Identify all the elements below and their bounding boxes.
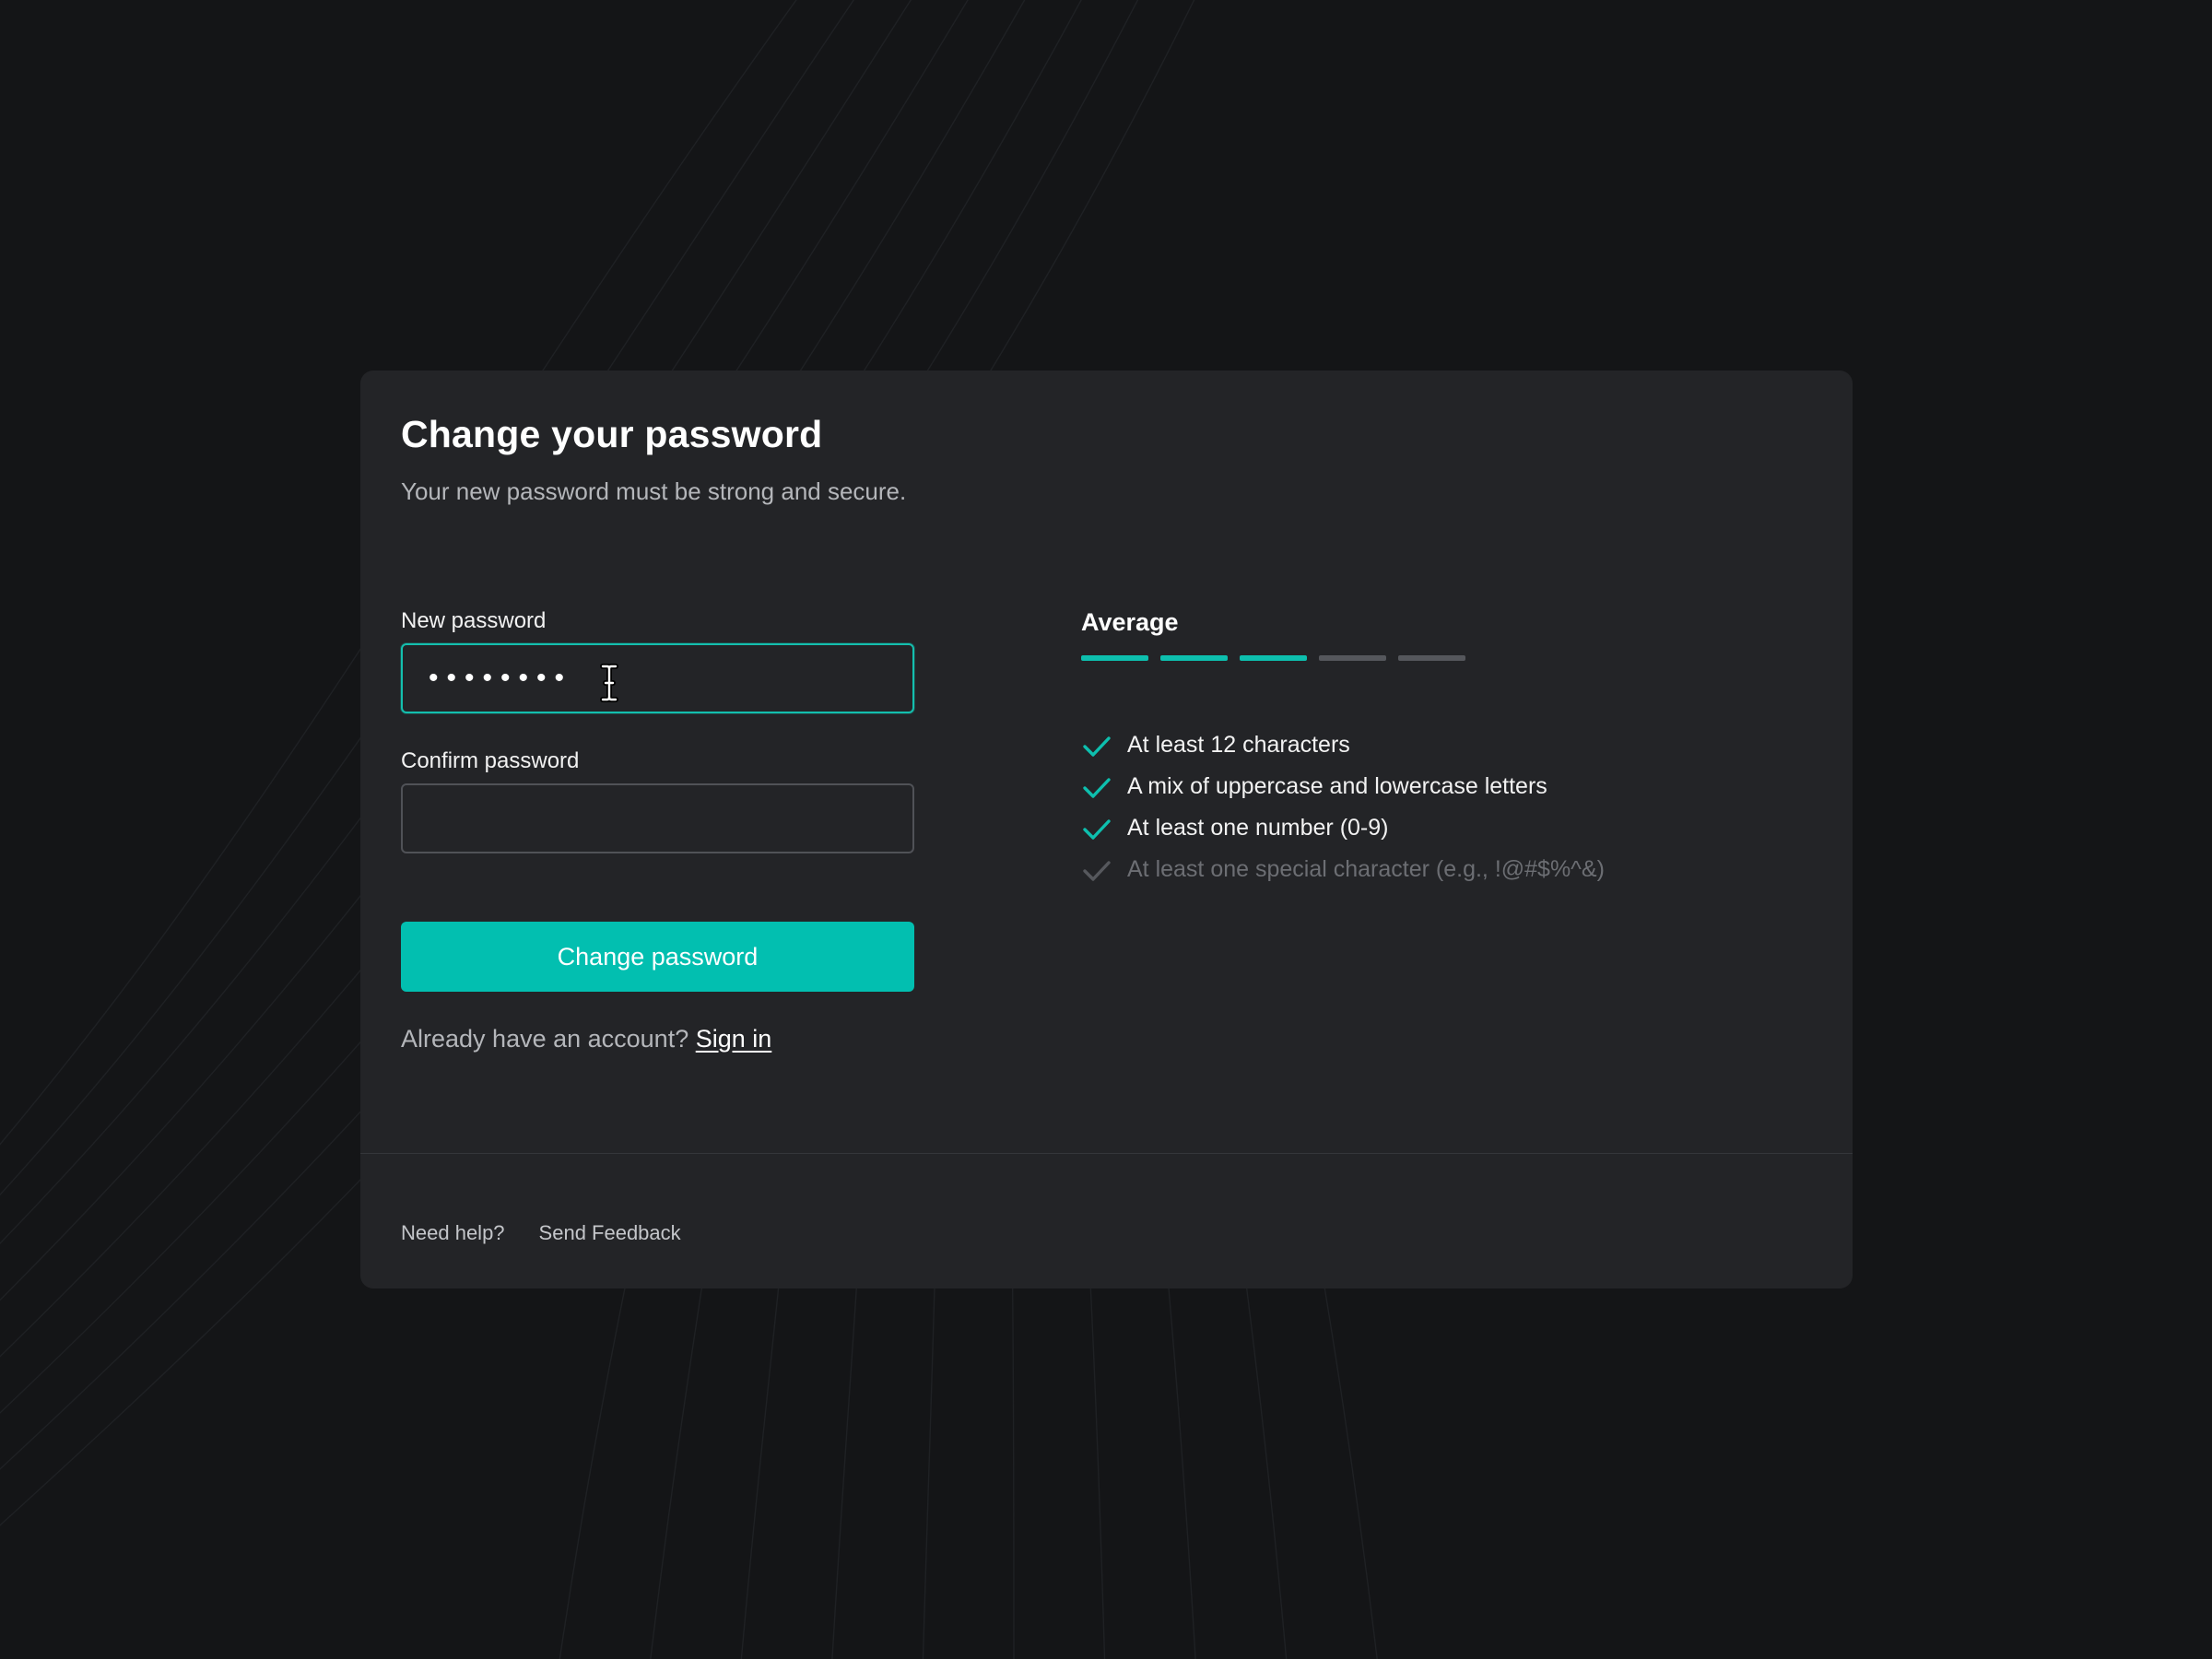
send-feedback-link[interactable]: Send Feedback — [539, 1221, 681, 1245]
requirement-item: At least one special character (e.g., !@… — [1081, 849, 1605, 890]
requirement-item: At least one number (0-9) — [1081, 807, 1605, 849]
need-help-link[interactable]: Need help? — [401, 1221, 505, 1245]
sign-in-link[interactable]: Sign in — [696, 1025, 772, 1053]
strength-segment — [1160, 655, 1228, 661]
strength-segment — [1398, 655, 1465, 661]
page-subtitle: Your new password must be strong and sec… — [401, 477, 907, 505]
confirm-password-field[interactable] — [401, 783, 914, 853]
requirement-text: At least one special character (e.g., !@… — [1127, 856, 1605, 882]
requirement-item: A mix of uppercase and lowercase letters — [1081, 766, 1605, 807]
strength-meter — [1081, 655, 1465, 661]
new-password-field[interactable]: •••••••• — [401, 643, 914, 713]
requirement-text: At least one number (0-9) — [1127, 815, 1389, 841]
requirement-item: At least 12 characters — [1081, 724, 1605, 766]
check-icon — [1083, 735, 1111, 757]
strength-segment — [1240, 655, 1307, 661]
strength-label: Average — [1081, 608, 1179, 636]
strength-segment — [1319, 655, 1386, 661]
new-password-label: New password — [401, 608, 547, 633]
new-password-value: •••••••• — [429, 663, 573, 693]
requirement-text: A mix of uppercase and lowercase letters — [1127, 773, 1547, 799]
check-icon — [1083, 818, 1111, 840]
requirement-text: At least 12 characters — [1127, 732, 1350, 758]
page-title: Change your password — [401, 413, 823, 455]
footer-divider — [360, 1153, 1853, 1154]
check-icon — [1083, 777, 1111, 798]
signin-prompt: Already have an account? — [401, 1025, 689, 1053]
text-cursor-icon — [600, 664, 618, 702]
change-password-button[interactable]: Change password — [401, 922, 914, 992]
change-password-card: Change your password Your new password m… — [360, 371, 1853, 1288]
signin-row: Already have an account? Sign in — [401, 1025, 771, 1053]
requirements-list: At least 12 characters A mix of uppercase… — [1081, 724, 1605, 890]
strength-segment — [1081, 655, 1148, 661]
footer: Need help? Send Feedback — [401, 1221, 681, 1245]
check-icon — [1083, 860, 1111, 881]
confirm-password-label: Confirm password — [401, 748, 580, 773]
